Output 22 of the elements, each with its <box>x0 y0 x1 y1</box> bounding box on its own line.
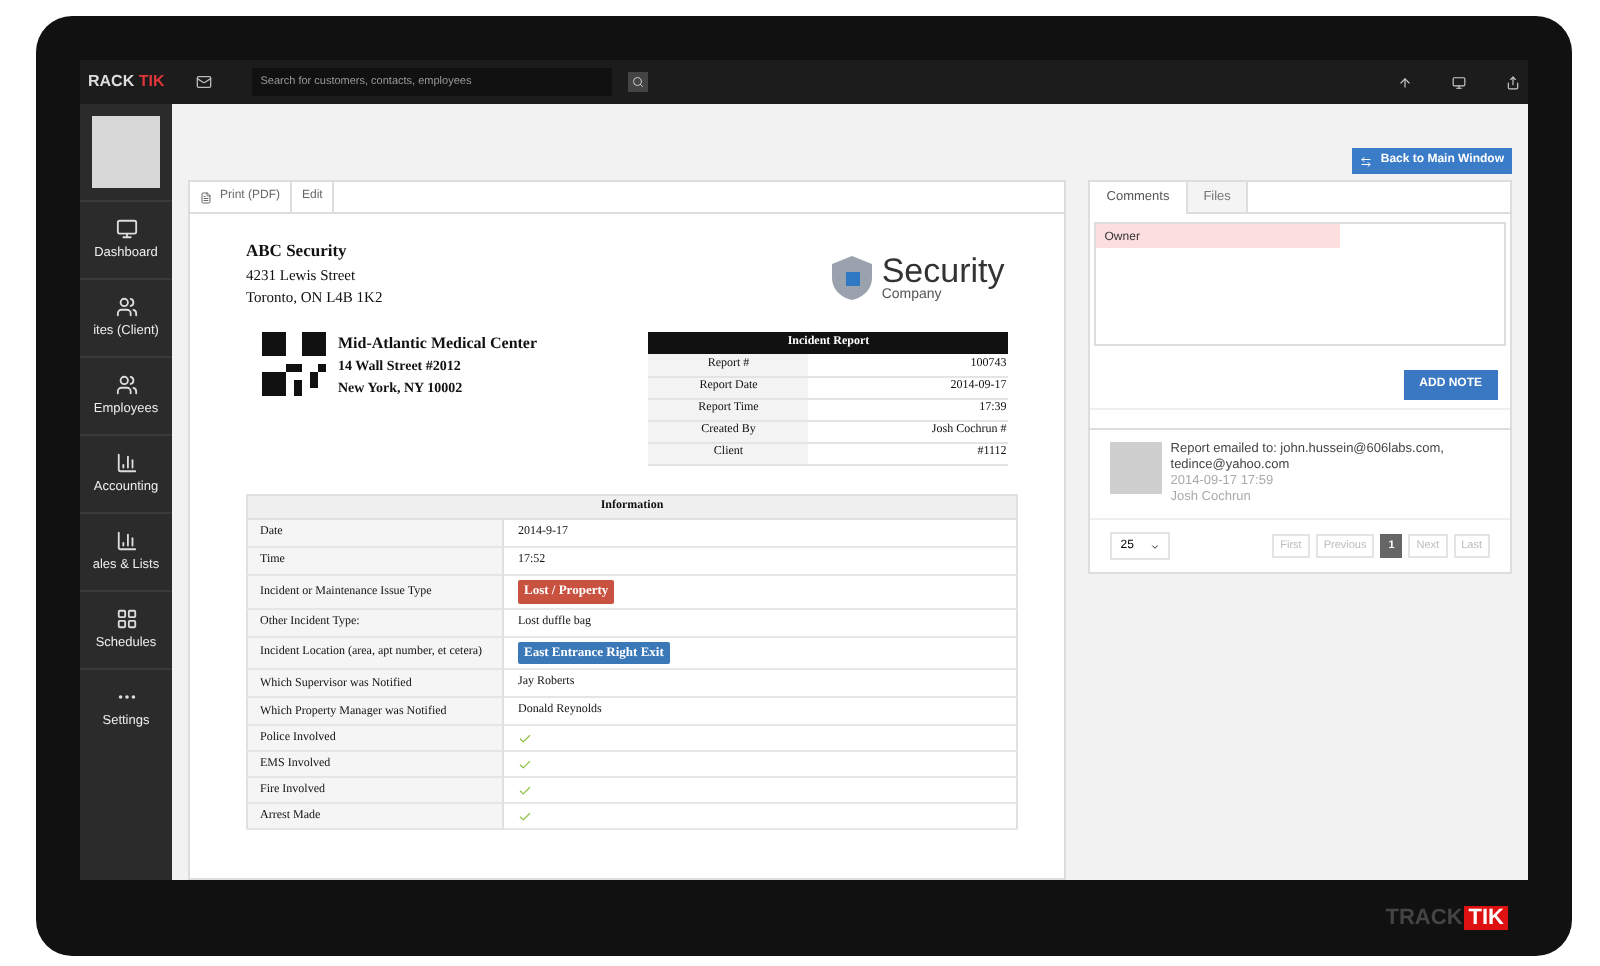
shield-logo-icon <box>829 253 874 302</box>
caret-icon <box>1150 541 1161 551</box>
arrows-icon <box>1360 155 1373 167</box>
mail-icon[interactable] <box>196 74 213 90</box>
bar-chart-icon <box>115 529 137 552</box>
people-icon <box>115 295 137 318</box>
grid-icon <box>115 607 137 630</box>
share-icon[interactable] <box>1506 75 1520 89</box>
company-name: ABC Security <box>246 238 349 264</box>
logo-word: Security <box>881 253 1005 288</box>
client-name: Mid-Atlantic Medical Center <box>338 332 538 357</box>
up-arrow-icon[interactable] <box>1398 75 1412 89</box>
avatar-photo <box>1110 442 1163 494</box>
search-button[interactable] <box>628 72 649 92</box>
logo: RACK TIK <box>88 70 165 94</box>
people-icon <box>115 373 137 396</box>
search-icon <box>632 76 645 88</box>
document-icon <box>200 191 212 203</box>
qr-code-icon <box>262 332 326 397</box>
bar-chart-icon <box>115 451 137 474</box>
monitor-icon <box>115 217 137 240</box>
monitor-icon[interactable] <box>1452 75 1466 89</box>
